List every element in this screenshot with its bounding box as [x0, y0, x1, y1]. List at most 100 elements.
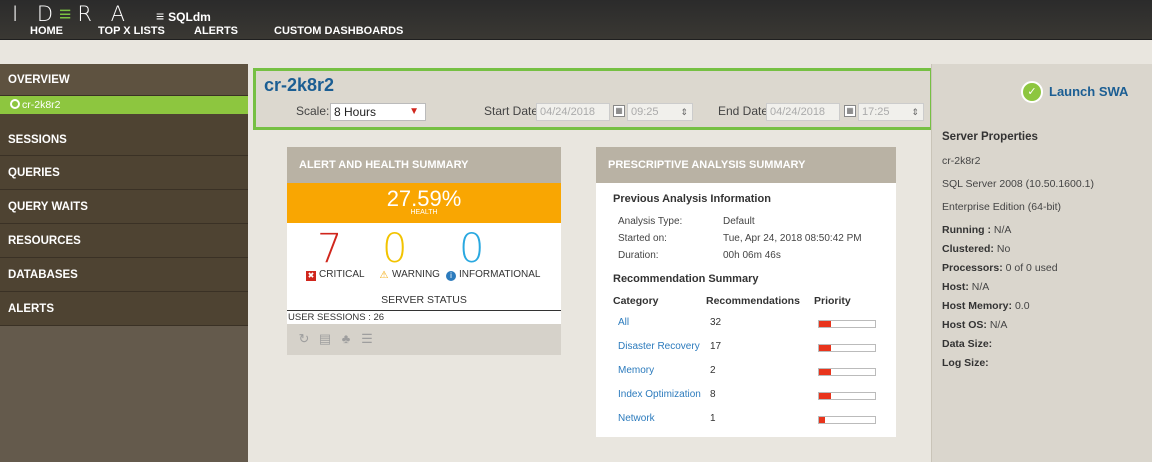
- health-bar: 27.59% HEALTH: [287, 183, 561, 223]
- warning-legend: ⚠ WARNING: [379, 269, 440, 281]
- warning-count[interactable]: 0: [382, 227, 407, 271]
- product-name: SQLdm: [168, 10, 211, 24]
- end-calendar-icon[interactable]: ▦: [844, 105, 856, 117]
- recommendation-category-link[interactable]: All: [618, 317, 629, 328]
- hamburger-icon[interactable]: ≡: [156, 8, 164, 24]
- scale-select[interactable]: 8 Hours ▼: [330, 103, 426, 121]
- host-os-value: N/A: [989, 319, 1008, 331]
- prop-data-size: Data Size:: [942, 338, 992, 350]
- priority-bar: [818, 344, 876, 352]
- end-date-field[interactable]: 04/24/2018: [766, 103, 840, 121]
- host-label: Host:: [942, 281, 969, 293]
- clustered-label: Clustered:: [942, 243, 994, 255]
- nav-custom-dashboards[interactable]: CUSTOM DASHBOARDS: [274, 25, 403, 37]
- swa-icon: ✓: [1021, 81, 1043, 103]
- analysis-type-label: Analysis Type:: [618, 216, 683, 227]
- critical-count[interactable]: 7: [317, 227, 342, 271]
- prop-running: Running : N/A: [942, 224, 1011, 236]
- sidebar-empty-area: [0, 326, 248, 462]
- sidebar: OVERVIEW cr-2k8r2 SESSIONS QUERIES QUERY…: [0, 64, 248, 462]
- recommendation-category-link[interactable]: Memory: [618, 365, 654, 376]
- priority-fill: [819, 321, 832, 327]
- data-size-label: Data Size:: [942, 338, 993, 350]
- recommendation-count: 17: [710, 341, 722, 352]
- health-label: HEALTH: [410, 209, 438, 216]
- server-status-label: SERVER STATUS: [381, 294, 467, 306]
- prop-log-size: Log Size:: [942, 357, 989, 369]
- prop-processors: Processors: 0 of 0 used: [942, 262, 1058, 274]
- start-date-label: Start Date:: [484, 104, 542, 118]
- nav-alerts[interactable]: ALERTS: [194, 25, 238, 37]
- priority-bar: [818, 392, 876, 400]
- started-on-label: Started on:: [618, 233, 667, 244]
- sidebar-item-server[interactable]: cr-2k8r2: [0, 96, 248, 114]
- info-label: INFORMATIONAL: [459, 269, 541, 280]
- warning-label: WARNING: [392, 269, 440, 280]
- recommendation-category-link[interactable]: Network: [618, 413, 655, 424]
- sidebar-server-label: cr-2k8r2: [22, 99, 61, 111]
- health-value: 27.59%: [386, 186, 462, 211]
- host-memory-value: 0.0: [1014, 300, 1030, 312]
- priority-bar: [818, 368, 876, 376]
- sidebar-item-alerts[interactable]: ALERTS: [0, 292, 248, 326]
- start-time-field[interactable]: 09:25 ⇕: [627, 103, 693, 121]
- recommendation-category-link[interactable]: Index Optimization: [618, 389, 701, 400]
- processors-label: Processors:: [942, 262, 1003, 274]
- scale-value: 8 Hours: [334, 105, 377, 119]
- column-priority: Priority: [814, 295, 851, 307]
- started-on-value: Tue, Apr 24, 2018 08:50:42 PM: [723, 233, 862, 244]
- server-list-icon[interactable]: ▤: [318, 332, 332, 346]
- info-count[interactable]: 0: [459, 227, 484, 271]
- cluster-icon[interactable]: ♣: [339, 332, 353, 346]
- launch-swa-label: Launch SWA: [1049, 84, 1129, 99]
- sidebar-item-resources[interactable]: RESOURCES: [0, 224, 248, 258]
- prop-version: SQL Server 2008 (10.50.1600.1): [942, 178, 1094, 190]
- end-date-label: End Date:: [718, 104, 772, 118]
- priority-bar: [818, 320, 876, 328]
- nav-home[interactable]: HOME: [30, 25, 63, 37]
- running-value: N/A: [993, 224, 1012, 236]
- product-menu[interactable]: ≡ SQLdm: [156, 8, 211, 24]
- priority-fill: [819, 369, 832, 375]
- analysis-type-value: Default: [723, 216, 755, 227]
- host-memory-label: Host Memory:: [942, 300, 1013, 312]
- prop-server: cr-2k8r2: [942, 155, 981, 167]
- sidebar-item-query-waits[interactable]: QUERY WAITS: [0, 190, 248, 224]
- priority-fill: [819, 417, 825, 423]
- database-icon[interactable]: ☰: [360, 332, 374, 346]
- start-date-field[interactable]: 04/24/2018: [536, 103, 610, 121]
- scale-label: Scale:: [296, 104, 330, 118]
- sidebar-item-queries[interactable]: QUERIES: [0, 156, 248, 190]
- sidebar-item-overview[interactable]: OVERVIEW: [0, 64, 248, 96]
- alert-card-footer: ↻ ▤ ♣ ☰: [287, 324, 561, 355]
- sidebar-item-sessions[interactable]: SESSIONS: [0, 124, 248, 156]
- top-bar: I D≡R A ≡ SQLdm HOME TOP X LISTS ALERTS C…: [0, 0, 1152, 40]
- prop-clustered: Clustered: No: [942, 243, 1010, 255]
- prop-host: Host: N/A: [942, 281, 989, 293]
- start-time-spinner-icon[interactable]: ⇕: [680, 104, 688, 120]
- start-time-value: 09:25: [631, 106, 659, 118]
- idera-logo: I D≡R A: [12, 2, 131, 26]
- recommendation-category-link[interactable]: Disaster Recovery: [618, 341, 700, 352]
- previous-analysis-title: Previous Analysis Information: [613, 193, 771, 205]
- end-time-field[interactable]: 17:25 ⇕: [858, 103, 924, 121]
- start-calendar-icon[interactable]: ▦: [613, 105, 625, 117]
- critical-label: CRITICAL: [319, 269, 365, 280]
- host-os-label: Host OS:: [942, 319, 987, 331]
- pa-card-title: PRESCRIPTIVE ANALYSIS SUMMARY: [596, 147, 896, 183]
- server-properties-panel: ✓ Launch SWA Server Properties cr-2k8r2 …: [931, 64, 1152, 462]
- refresh-icon[interactable]: ↻: [297, 332, 311, 346]
- recommendation-count: 1: [710, 413, 716, 424]
- info-icon: i: [446, 271, 456, 281]
- nav-top-x-lists[interactable]: TOP X LISTS: [98, 25, 165, 37]
- sidebar-item-databases[interactable]: DATABASES: [0, 258, 248, 292]
- end-time-spinner-icon[interactable]: ⇕: [911, 104, 919, 120]
- server-properties-title: Server Properties: [942, 131, 1038, 143]
- alert-health-card: ALERT AND HEALTH SUMMARY 27.59% HEALTH 7…: [287, 147, 561, 355]
- user-sessions: USER SESSIONS : 26: [287, 310, 561, 324]
- page-title: cr-2k8r2: [264, 75, 335, 95]
- running-label: Running :: [942, 224, 991, 236]
- alert-card-title: ALERT AND HEALTH SUMMARY: [287, 147, 561, 183]
- host-value: N/A: [971, 281, 990, 293]
- processors-value: 0 of 0 used: [1005, 262, 1058, 274]
